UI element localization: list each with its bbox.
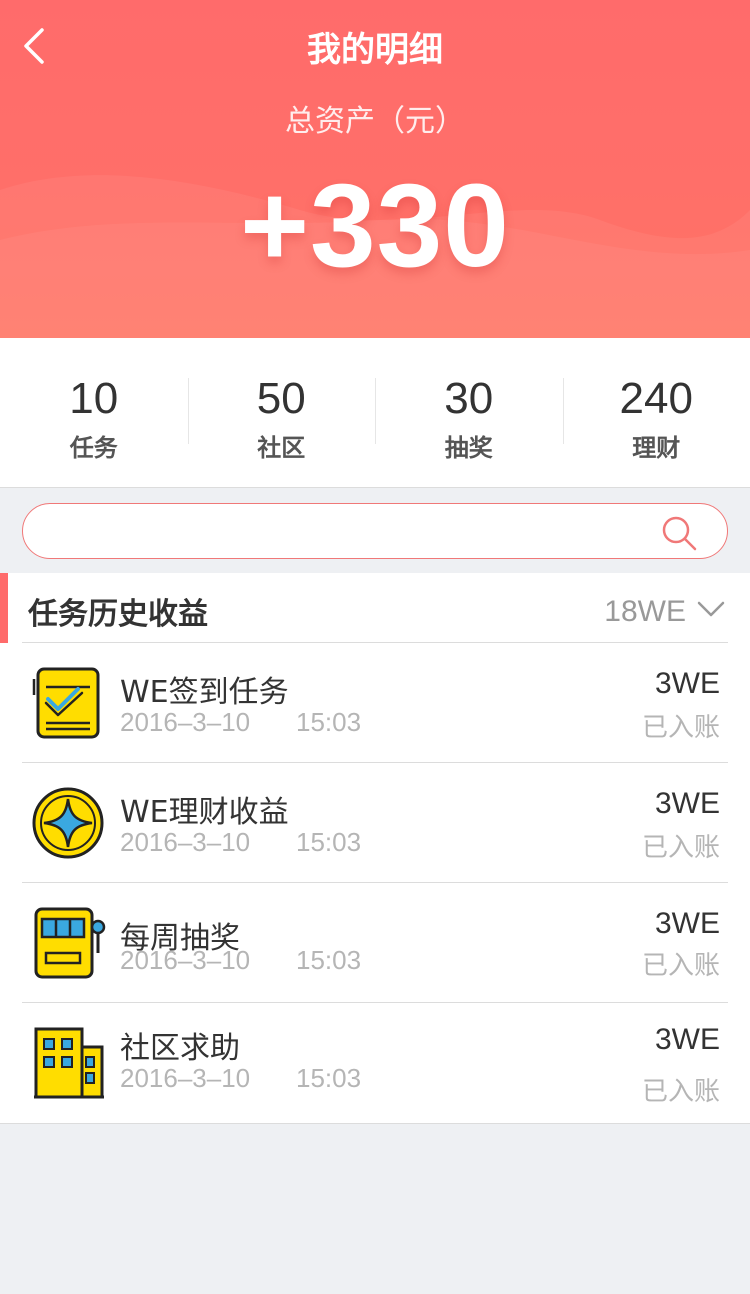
stat-label: 社区 xyxy=(257,434,306,462)
record-date: 2016–3–10 xyxy=(120,945,251,975)
stat-task[interactable]: 10 任务 xyxy=(0,338,188,487)
record-amount: 3WE xyxy=(654,1023,720,1056)
stat-label: 理财 xyxy=(632,434,681,462)
stat-label: 任务 xyxy=(69,434,118,462)
stat-community[interactable]: 50 社区 xyxy=(187,338,376,487)
record-name: WE签到任务 xyxy=(120,675,289,710)
search-bar xyxy=(22,503,728,559)
chevron-down-icon[interactable] xyxy=(696,597,726,621)
record-amount: 3WE xyxy=(654,667,720,700)
total-assets-label: 总资产（元） xyxy=(285,104,465,139)
record-name: 社区求助 xyxy=(120,1031,240,1066)
list-item[interactable]: 社区求助 2016–3–10 15:03 3WE 已入账 xyxy=(22,1003,728,1123)
list-item[interactable]: WE理财收益 2016–3–10 15:03 3WE 已入账 xyxy=(22,763,728,883)
stat-value: 30 xyxy=(444,374,494,423)
section-total[interactable]: 18WE xyxy=(604,595,686,629)
star-coin-icon xyxy=(32,787,104,859)
header: 我的明细 总资产（元） +330 xyxy=(0,0,750,338)
record-date: 2016–3–10 xyxy=(120,707,251,737)
list-item[interactable]: 每周抽奖 2016–3–10 15:03 3WE 已入账 xyxy=(22,883,728,1003)
record-status: 已入账 xyxy=(641,951,720,981)
record-time: 15:03 xyxy=(296,1063,362,1093)
search-icon[interactable] xyxy=(659,513,699,553)
record-status: 已入账 xyxy=(641,1077,720,1107)
stat-lottery[interactable]: 30 抽奖 xyxy=(375,338,563,487)
record-date: 2016–3–10 xyxy=(120,1063,251,1093)
slot-machine-icon xyxy=(34,907,106,979)
stat-value: 240 xyxy=(619,374,693,423)
page-title: 我的明细 xyxy=(307,30,443,70)
task-history-section: 任务历史收益 18WE WE签到任务 2016–3–10 15:03 3WE 已… xyxy=(0,573,750,1124)
record-date: 2016–3–10 xyxy=(120,827,251,857)
record-time: 15:03 xyxy=(296,707,362,737)
record-time: 15:03 xyxy=(296,827,362,857)
section-title: 任务历史收益 xyxy=(28,597,208,632)
stat-value: 10 xyxy=(69,374,119,423)
record-status: 已入账 xyxy=(641,833,720,863)
record-status: 已入账 xyxy=(641,713,720,743)
record-amount: 3WE xyxy=(654,787,720,820)
record-time: 15:03 xyxy=(296,945,362,975)
building-icon xyxy=(34,1027,104,1099)
stat-value: 50 xyxy=(256,374,306,423)
record-amount: 3WE xyxy=(654,907,720,940)
list-item[interactable]: WE签到任务 2016–3–10 15:03 3WE 已入账 xyxy=(22,643,728,763)
section-accent-bar xyxy=(0,573,8,643)
stat-label: 抽奖 xyxy=(444,434,493,462)
search-input[interactable] xyxy=(47,512,647,550)
record-name: WE理财收益 xyxy=(120,795,289,830)
stats-bar: 10 任务 50 社区 30 抽奖 240 理财 xyxy=(0,338,750,488)
checklist-icon xyxy=(32,667,100,739)
total-assets-value: +330 xyxy=(240,160,510,292)
stat-finance[interactable]: 240 理财 xyxy=(562,338,750,487)
section-header: 任务历史收益 18WE xyxy=(0,573,750,643)
